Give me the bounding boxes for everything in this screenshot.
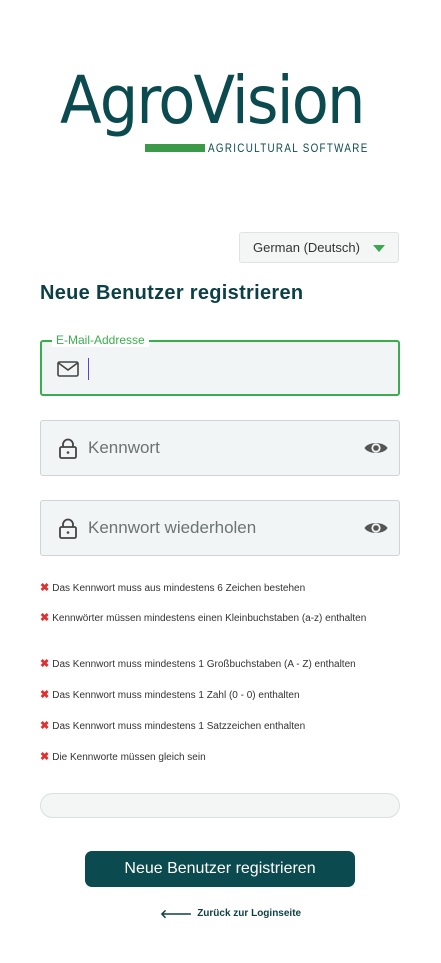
mail-icon <box>57 361 79 377</box>
agrovision-logo: AgroVision AGRICULTURAL SOFTWARE <box>60 68 390 164</box>
password-placeholder: Kennwort <box>88 438 160 457</box>
rule-item: ✖ Kennwörter müssen mindestens einen Klei… <box>40 612 367 624</box>
arrow-left-icon: 🡐 <box>160 907 193 921</box>
password-strength-bar <box>40 793 400 818</box>
logo-green-bar <box>145 144 205 152</box>
rule-item: ✖ Die Kennworte müssen gleich sein <box>40 751 206 763</box>
password-field[interactable]: Kennwort <box>40 420 400 476</box>
email-field-label: E-Mail-Addresse <box>52 333 149 347</box>
back-to-login-link[interactable]: 🡐 Zurück zur Loginseite <box>160 906 301 921</box>
logo-tagline: AGRICULTURAL SOFTWARE <box>208 141 369 155</box>
page-title: Neue Benutzer registrieren <box>40 282 304 304</box>
x-icon: ✖ <box>40 689 50 701</box>
eye-icon[interactable] <box>363 435 389 461</box>
x-icon: ✖ <box>40 751 50 763</box>
x-icon: ✖ <box>40 658 50 670</box>
eye-icon[interactable] <box>363 515 389 541</box>
back-to-login-label: Zurück zur Loginseite <box>197 908 302 919</box>
logo-wordmark: AgroVision <box>60 62 366 139</box>
x-icon: ✖ <box>40 612 50 624</box>
register-button[interactable]: Neue Benutzer registrieren <box>85 851 355 887</box>
x-icon: ✖ <box>40 720 50 732</box>
password-repeat-field[interactable]: Kennwort wiederholen <box>40 500 400 556</box>
password-repeat-placeholder: Kennwort wiederholen <box>88 518 257 537</box>
x-icon: ✖ <box>40 582 50 594</box>
lock-icon <box>59 438 77 459</box>
language-select[interactable]: German (Deutsch) <box>239 232 399 263</box>
chevron-down-icon <box>373 245 385 252</box>
rule-item: ✖ Das Kennwort muss mindestens 1 Großbuch… <box>40 658 356 670</box>
rule-item: ✖ Das Kennwort muss aus mindestens 6 Zeic… <box>40 582 306 594</box>
text-cursor <box>88 358 89 380</box>
language-select-value: German (Deutsch) <box>253 240 360 255</box>
lock-icon <box>59 518 77 539</box>
email-field[interactable]: E-Mail-Addresse <box>40 333 400 396</box>
rule-item: ✖ Das Kennwort muss mindestens 1 Zahl (0 … <box>40 689 300 701</box>
rule-item: ✖ Das Kennwort muss mindestens 1 Satzzeic… <box>40 720 306 732</box>
